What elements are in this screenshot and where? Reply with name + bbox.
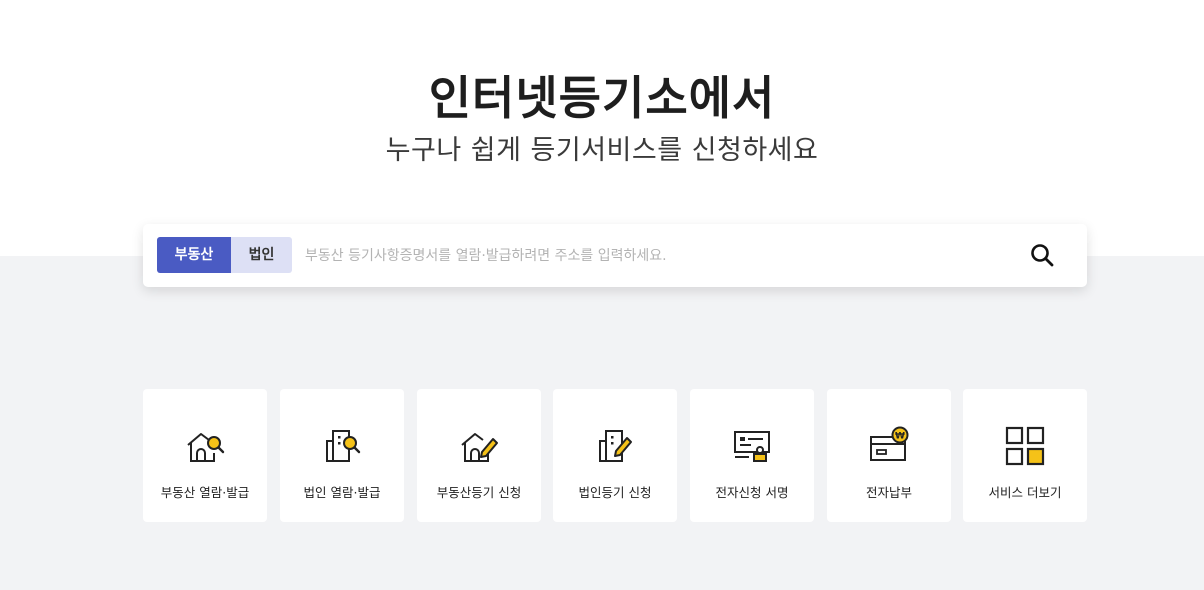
tab-real-estate[interactable]: 부동산	[157, 237, 231, 273]
svg-text:₩: ₩	[895, 432, 905, 442]
grid-more-icon	[1005, 426, 1045, 466]
service-label: 부동산등기 신청	[436, 485, 522, 500]
service-shortcuts: 부동산 열람·발급 법인 열람·발급 부동산등기 신청 법인등기 신청 전자신청…	[143, 389, 1087, 522]
service-label: 전자납부	[865, 485, 912, 500]
service-label: 부동산 열람·발급	[160, 485, 250, 500]
service-label: 법인등기 신청	[578, 485, 652, 500]
card-won-icon: ₩	[870, 426, 909, 461]
house-pen-icon	[461, 433, 498, 462]
page-subtitle: 누구나 쉽게 등기서비스를 신청하세요	[385, 135, 819, 166]
building-search-icon	[326, 430, 361, 462]
search-input[interactable]	[303, 237, 1007, 275]
building-pen-icon	[599, 430, 632, 462]
search-icon	[1031, 244, 1054, 267]
search-button[interactable]	[1029, 242, 1057, 270]
page-title: 인터넷등기소에서	[428, 71, 776, 125]
hero-section: 인터넷등기소에서 누구나 쉽게 등기서비스를 신청하세요	[0, 0, 1204, 256]
service-card-real-estate-apply[interactable]: 부동산등기 신청	[417, 389, 541, 522]
service-label: 서비스 더보기	[988, 485, 1062, 500]
certificate-stamp-icon	[734, 431, 770, 462]
service-card-corporation-apply[interactable]: 법인등기 신청	[553, 389, 677, 522]
tab-corporation[interactable]: 법인	[231, 237, 292, 273]
service-card-e-signature[interactable]: 전자신청 서명	[690, 389, 814, 522]
house-search-icon	[187, 433, 225, 462]
service-card-real-estate-view[interactable]: 부동산 열람·발급	[143, 389, 267, 522]
service-card-more[interactable]: 서비스 더보기	[963, 389, 1087, 522]
service-card-e-payment[interactable]: ₩ 전자납부	[827, 389, 951, 522]
service-label: 법인 열람·발급	[303, 485, 381, 500]
service-label: 전자신청 서명	[715, 485, 789, 500]
search-bar: 부동산 법인	[143, 224, 1087, 287]
service-card-corporation-view[interactable]: 법인 열람·발급	[280, 389, 404, 522]
